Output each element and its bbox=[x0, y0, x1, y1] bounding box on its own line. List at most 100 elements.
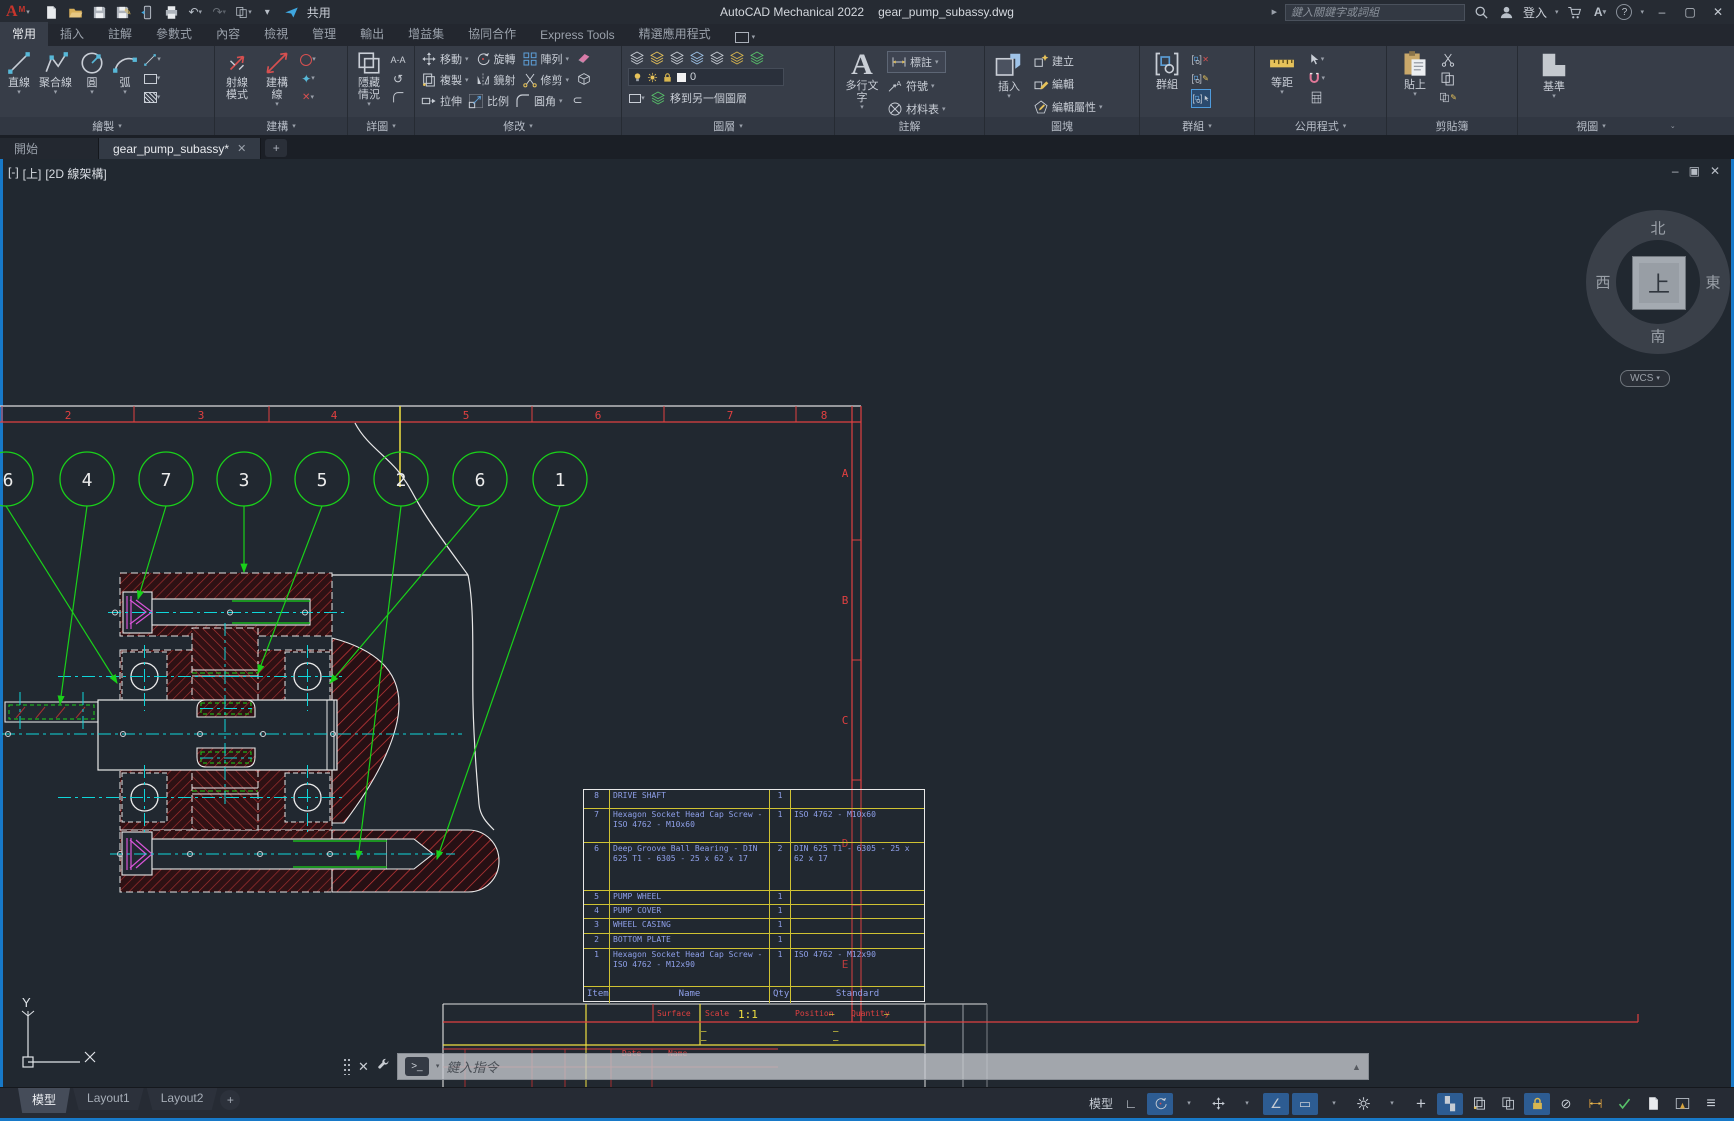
close-window-button[interactable]: ✕ bbox=[1708, 5, 1728, 19]
group-select-toggle[interactable] bbox=[1191, 89, 1211, 108]
view-control[interactable]: [上] bbox=[23, 165, 42, 182]
save-button[interactable] bbox=[91, 4, 108, 21]
cut-icon[interactable] bbox=[1439, 51, 1457, 68]
undo-button[interactable]: ↶▾ bbox=[187, 4, 204, 21]
panel-label-clipboard[interactable]: 剪貼簿 bbox=[1387, 117, 1517, 135]
share-label[interactable]: 共用 bbox=[307, 4, 331, 21]
ungroup-icon[interactable]: ✕ bbox=[1191, 51, 1209, 68]
copy-clip-icon[interactable] bbox=[1439, 70, 1457, 87]
lock-ui-icon[interactable] bbox=[1524, 1093, 1550, 1115]
object-snap-dropdown-icon[interactable]: ▾ bbox=[1321, 1093, 1347, 1115]
panel-label-detail[interactable]: 詳圖▾ bbox=[348, 117, 414, 135]
search-input[interactable]: 鍵入關鍵字或詞組 bbox=[1285, 4, 1465, 21]
erase-construction-icon[interactable]: ✕▾ bbox=[299, 89, 317, 106]
detail-rotate-icon[interactable]: ↺ bbox=[389, 70, 407, 87]
edit-block-button[interactable]: 編輯 bbox=[1033, 74, 1103, 94]
tab-featured-apps[interactable]: 精選應用程式 bbox=[627, 22, 723, 46]
measure-button[interactable]: 等距▾ bbox=[1263, 49, 1301, 97]
workspace-switch-icon[interactable] bbox=[1611, 1093, 1637, 1115]
viewcube-south[interactable]: 南 bbox=[1650, 326, 1665, 347]
edit-attributes-button[interactable]: 編輯屬性▾ bbox=[1033, 97, 1103, 117]
search-icon[interactable] bbox=[1473, 4, 1490, 21]
wcs-selector[interactable]: WCS▾ bbox=[1620, 370, 1670, 387]
hatch-icon[interactable]: ▾ bbox=[143, 89, 161, 106]
workspace-gear-icon[interactable] bbox=[1350, 1093, 1376, 1115]
share-icon[interactable] bbox=[283, 4, 300, 21]
viewcube-west[interactable]: 西 bbox=[1595, 272, 1610, 293]
rectangle-icon[interactable]: ▾ bbox=[143, 70, 161, 87]
erase-button[interactable] bbox=[575, 49, 593, 66]
ray-mode-button[interactable]: 射線模式 bbox=[219, 49, 255, 102]
quick-select-icon[interactable]: ▾ bbox=[1307, 51, 1325, 68]
stretch-button[interactable]: 拉伸 bbox=[421, 91, 462, 111]
trim-button[interactable]: 修剪▾ bbox=[522, 70, 570, 90]
move-to-layer-button[interactable]: 移到另一個圖層 bbox=[670, 90, 747, 106]
command-bar-close-icon[interactable]: ✕ bbox=[358, 1059, 369, 1075]
viewport-menu-control[interactable]: [-] bbox=[8, 165, 19, 182]
autodesk-apps-icon[interactable]: A▾ bbox=[1591, 4, 1608, 21]
maximize-window-button[interactable]: ▢ bbox=[1680, 5, 1700, 19]
layer-state-icon[interactable]: ▾ bbox=[628, 90, 646, 107]
layer-match-icon[interactable] bbox=[748, 49, 766, 66]
polyline-button[interactable]: 聚合線▾ bbox=[37, 49, 74, 97]
base-view-button[interactable]: 基準▾ bbox=[1532, 49, 1576, 101]
dimension-button[interactable]: 標註▾ bbox=[887, 51, 946, 73]
layer-off-icon[interactable] bbox=[708, 49, 726, 66]
doc-minimize-button[interactable]: – bbox=[1672, 164, 1679, 178]
scale-button[interactable]: 比例 bbox=[468, 91, 509, 111]
new-file-button[interactable] bbox=[43, 4, 60, 21]
search-collapse-icon[interactable]: ▶ bbox=[1272, 9, 1277, 16]
layer-select-combo[interactable]: 0 bbox=[628, 68, 784, 86]
layer-properties-icon[interactable] bbox=[628, 49, 646, 66]
centerline-icon[interactable]: ▾ bbox=[143, 51, 161, 68]
layout1-tab[interactable]: Layout1 bbox=[73, 1088, 144, 1110]
grid-icon[interactable]: ∟ bbox=[1118, 1093, 1144, 1115]
panel-label-draw[interactable]: 繪製▾ bbox=[0, 117, 214, 135]
save-as-button[interactable]: ✎ bbox=[115, 4, 132, 21]
move-button[interactable]: 移動▾ bbox=[421, 49, 469, 69]
tab-home[interactable]: 常用 bbox=[0, 22, 48, 46]
panel-label-group[interactable]: 群組▾ bbox=[1140, 117, 1254, 135]
tab-insert[interactable]: 插入 bbox=[48, 22, 96, 46]
isolate-objects-icon[interactable]: ⊘ bbox=[1553, 1093, 1579, 1115]
tab-output[interactable]: 輸出 bbox=[348, 22, 396, 46]
offset-button[interactable]: ⊂ bbox=[569, 91, 587, 108]
save-to-mobile-button[interactable] bbox=[139, 4, 156, 21]
isodraft-icon[interactable] bbox=[1205, 1093, 1231, 1115]
tab-addins[interactable]: 增益集 bbox=[396, 22, 456, 46]
command-bar-wrench-icon[interactable] bbox=[376, 1058, 390, 1075]
command-input[interactable]: 鍵入指令 bbox=[446, 1057, 498, 1076]
command-bar-grip[interactable] bbox=[344, 1059, 351, 1075]
mirror-button[interactable]: 鏡射 bbox=[475, 70, 516, 90]
construction-circle-icon[interactable]: ▾ bbox=[299, 51, 317, 68]
help-dropdown-icon[interactable]: ▾ bbox=[1640, 9, 1644, 16]
copy-button[interactable]: 複製▾ bbox=[421, 70, 469, 90]
viewcube-top-face[interactable]: 上 bbox=[1632, 256, 1686, 310]
visual-style-control[interactable]: [2D 線架構] bbox=[45, 165, 106, 182]
panel-label-utilities[interactable]: 公用程式▾ bbox=[1255, 117, 1386, 135]
panel-label-block[interactable]: 圖塊 bbox=[985, 117, 1139, 135]
redo-button[interactable]: ↷▾ bbox=[211, 4, 228, 21]
move-to-layer-icon[interactable] bbox=[649, 90, 667, 107]
layer-lock-icon[interactable] bbox=[728, 49, 746, 66]
user-icon[interactable] bbox=[1498, 4, 1515, 21]
object-snap-tracking-icon[interactable]: ∠ bbox=[1263, 1093, 1289, 1115]
annotation-scale-icon[interactable] bbox=[1495, 1093, 1521, 1115]
isodraft-dropdown-icon[interactable]: ▾ bbox=[1234, 1093, 1260, 1115]
paste-button[interactable]: 貼上▾ bbox=[1397, 49, 1433, 99]
open-file-button[interactable] bbox=[67, 4, 84, 21]
snap-dropdown-icon[interactable]: ▾ bbox=[1176, 1093, 1202, 1115]
object-snap-icon[interactable]: ▭ bbox=[1292, 1093, 1318, 1115]
snap-mode-icon[interactable] bbox=[1147, 1093, 1173, 1115]
layer-isolate-icon[interactable] bbox=[648, 49, 666, 66]
panel-label-layer[interactable]: 圖層▾ bbox=[622, 117, 834, 135]
panel-label-annotate[interactable]: 註解 bbox=[835, 117, 984, 135]
workspace-dropdown-icon[interactable]: ▾ bbox=[1379, 1093, 1405, 1115]
file-tab-start[interactable]: 開始 bbox=[0, 138, 99, 159]
app-logo-icon[interactable]: AM▾ bbox=[6, 3, 30, 21]
crosshair-icon[interactable]: + bbox=[1408, 1093, 1434, 1115]
layer-unisolate-icon[interactable] bbox=[668, 49, 686, 66]
arc-button[interactable]: 弧▾ bbox=[110, 49, 140, 97]
tab-manage[interactable]: 管理 bbox=[300, 22, 348, 46]
detail-clip-icon[interactable] bbox=[389, 89, 407, 106]
